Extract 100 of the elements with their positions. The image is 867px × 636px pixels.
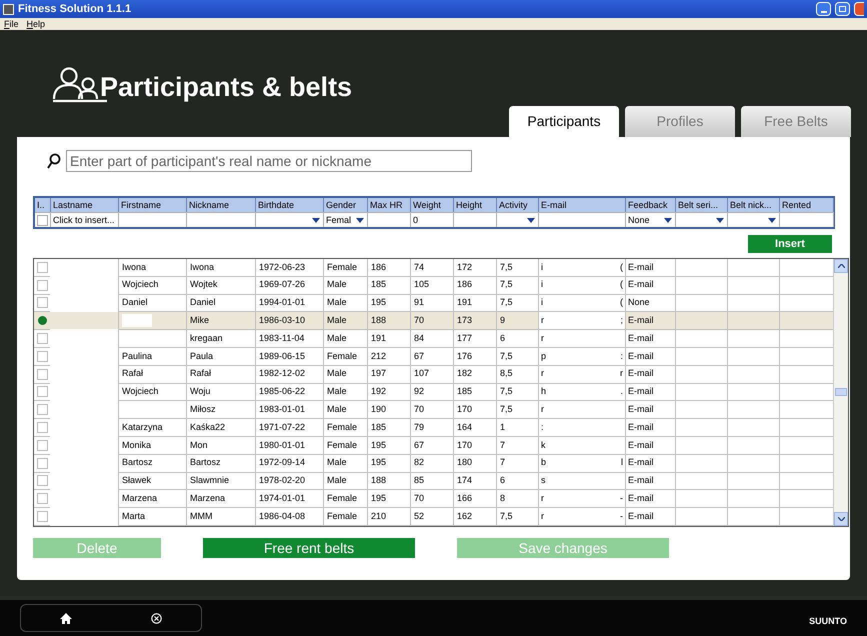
table-cell-text: p bbox=[541, 350, 546, 363]
table-cell-text: 164 bbox=[457, 420, 472, 434]
checkbox[interactable] bbox=[36, 404, 48, 416]
checkbox[interactable] bbox=[37, 214, 48, 226]
insert-field[interactable] bbox=[676, 212, 728, 227]
grid-row[interactable]: Miłosz 1983-01-01 Male 190 70 170 7,5 r E-mail bbox=[34, 401, 833, 420]
action-button[interactable]: Free rent belts bbox=[203, 538, 415, 558]
insert-field[interactable]: 0 bbox=[411, 212, 454, 227]
table-cell-text: 186 bbox=[371, 260, 386, 274]
grid-row[interactable]: Iwona Iwona 1972-06-23 Female 186 74 172 7,5 i ( E-mail bbox=[34, 259, 833, 277]
table-cell-text: 8,5 bbox=[500, 367, 513, 380]
insert-field[interactable] bbox=[256, 212, 324, 227]
checkbox[interactable] bbox=[36, 333, 48, 344]
table-cell-text: 1983-01-01 bbox=[259, 403, 306, 416]
scrollbar[interactable] bbox=[833, 259, 848, 526]
grid-row[interactable]: Marta MMM 1986-04-08 Female 210 52 162 7,5 r - E-mail bbox=[34, 508, 833, 526]
grid-row[interactable]: Daniel Daniel 1994-01-01 Male 195 91 191 7,5 i ( None bbox=[34, 294, 833, 312]
column-header: Height bbox=[454, 198, 497, 212]
table-cell-text: 105 bbox=[414, 278, 430, 292]
table-cell-text: 1983-11-04 bbox=[259, 332, 304, 345]
insert-field[interactable] bbox=[728, 212, 780, 227]
redaction-block bbox=[122, 314, 152, 328]
insert-field[interactable] bbox=[780, 212, 834, 227]
column-header: Rented bbox=[780, 198, 834, 212]
close-button[interactable] bbox=[854, 2, 864, 16]
table-cell-text: Paula bbox=[190, 350, 214, 363]
scroll-up-icon[interactable] bbox=[834, 259, 848, 273]
table-cell-text: 7,5 bbox=[500, 403, 513, 416]
table-cell-text: Kaśka22 bbox=[190, 420, 226, 434]
table-cell-text: Rafał bbox=[122, 367, 144, 380]
table-cell-text: E-mail bbox=[628, 438, 654, 452]
insert-field[interactable] bbox=[187, 212, 256, 227]
tab[interactable]: Participants bbox=[509, 106, 619, 137]
grid-row[interactable]: Bartosz Bartosz 1972-09-14 Male 195 82 180 7 b l E-mail bbox=[34, 454, 833, 473]
grid-row[interactable]: kregaan 1983-11-04 Male 191 84 177 6 r E-mail bbox=[34, 330, 833, 348]
grid-row[interactable]: Paulina Paula 1989-06-15 Female 212 67 176 7,5 p : E-mail bbox=[34, 348, 833, 366]
table-cell-text: Male bbox=[327, 367, 347, 380]
grid-row[interactable]: Marzena Marzena 1974-01-01 Female 195 70 166 8 r - E-mail bbox=[34, 490, 833, 508]
insert-field[interactable] bbox=[454, 212, 497, 227]
table-cell-text: 7,5 bbox=[500, 278, 513, 292]
scroll-thumb[interactable] bbox=[835, 388, 847, 396]
checkbox[interactable] bbox=[36, 297, 48, 308]
column-header: Nickname bbox=[187, 198, 256, 212]
checkbox[interactable] bbox=[36, 262, 48, 273]
insert-field[interactable] bbox=[368, 212, 411, 227]
table-cell-text: 197 bbox=[371, 367, 386, 380]
table-cell-text: r bbox=[541, 332, 544, 345]
checkbox[interactable] bbox=[36, 368, 48, 380]
checkbox[interactable] bbox=[36, 475, 48, 486]
checkbox[interactable] bbox=[36, 280, 48, 291]
table-cell-text: Mike bbox=[190, 314, 210, 328]
table-cell-text: Iwona bbox=[122, 260, 146, 274]
minimize-button[interactable] bbox=[816, 2, 831, 16]
grid-row[interactable]: Monika Mon 1980-01-01 Female 195 67 170 7 k E-mail bbox=[34, 436, 833, 455]
app-icon bbox=[3, 4, 14, 14]
table-cell-text: Male bbox=[327, 385, 347, 398]
table-cell-text: . bbox=[620, 385, 623, 398]
grid-row[interactable]: Mike 1986-03-10 Male 188 70 173 9 r ; E-mail bbox=[34, 312, 833, 330]
checkbox[interactable] bbox=[36, 458, 48, 469]
checkbox[interactable] bbox=[36, 350, 48, 362]
grid-row[interactable]: Wojciech Wojtek 1969-07-26 Male 185 105 186 7,5 i ( E-mail bbox=[34, 276, 833, 295]
checkbox[interactable] bbox=[36, 493, 48, 504]
scroll-down-icon[interactable] bbox=[834, 512, 848, 526]
checkbox[interactable] bbox=[36, 440, 48, 451]
table-cell-text: 70 bbox=[414, 492, 424, 505]
grid-row[interactable]: Sławek Slawmnie 1978-02-20 Male 188 85 174 6 s E-mail bbox=[34, 472, 833, 490]
insert-button[interactable]: Insert bbox=[748, 235, 832, 253]
table-cell-text: Iwona bbox=[190, 260, 214, 274]
table-cell-text: 91 bbox=[414, 296, 424, 310]
table-cell-text: Bartosz bbox=[122, 456, 153, 470]
checkbox[interactable] bbox=[36, 422, 48, 434]
checkbox[interactable] bbox=[36, 511, 48, 522]
grid-row[interactable]: Katarzyna Kaśka22 1971-07-22 Female 185 79 164 1 : E-mail bbox=[34, 419, 833, 437]
insert-field[interactable] bbox=[119, 212, 187, 227]
table-cell-text: Female bbox=[327, 260, 358, 274]
menu-item[interactable]: Help bbox=[26, 20, 46, 28]
insert-field[interactable]: None bbox=[626, 212, 676, 227]
table-cell-text: 176 bbox=[457, 350, 472, 363]
checkbox[interactable] bbox=[36, 386, 48, 398]
close-icon[interactable] bbox=[150, 612, 162, 624]
table-cell-text: Woju bbox=[190, 385, 210, 398]
insert-field[interactable] bbox=[497, 212, 539, 227]
search-field[interactable]: Enter part of participant's real name or nickname bbox=[66, 150, 472, 172]
insert-field[interactable]: Click to insert... bbox=[51, 212, 119, 227]
table-cell-text: 7 bbox=[500, 438, 506, 452]
insert-field[interactable] bbox=[539, 212, 626, 227]
table-cell-text: i bbox=[541, 260, 543, 274]
column-header: I.. bbox=[35, 198, 51, 212]
maximize-button[interactable] bbox=[835, 2, 850, 16]
table-cell-text: Wojtek bbox=[190, 278, 218, 292]
menu-item[interactable]: File bbox=[4, 20, 19, 28]
grid-row[interactable]: Wojciech Woju 1985-06-22 Male 192 92 185 7,5 h . E-mail bbox=[34, 384, 833, 402]
insert-field[interactable]: Femal bbox=[324, 212, 368, 227]
grid-row[interactable]: Rafał Rafał 1982-12-02 Male 197 107 182 8,5 r r E-mail bbox=[34, 366, 833, 384]
home-icon[interactable] bbox=[60, 612, 72, 624]
table-cell-text: 1982-12-02 bbox=[259, 367, 306, 380]
table-cell-text: 6 bbox=[500, 474, 506, 488]
table-cell-text: 7,5 bbox=[500, 385, 513, 398]
table-cell-text: Marta bbox=[122, 510, 146, 523]
table-cell-text: 174 bbox=[457, 474, 472, 488]
